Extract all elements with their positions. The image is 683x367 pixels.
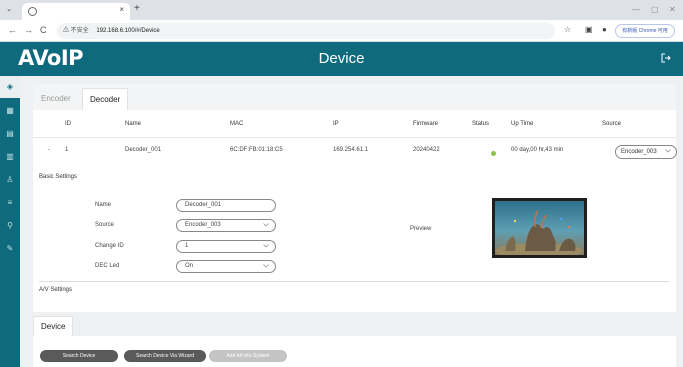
tab-close-icon[interactable]: × (119, 5, 124, 14)
layers-icon: ◈ (6, 82, 14, 91)
nav-network-icon[interactable]: ⚲ (4, 220, 16, 232)
table-row[interactable]: - 1 Decoder_001 6C:DF:FB:01:18:C5 169.25… (33, 138, 676, 162)
row-name: Decoder_001 (125, 147, 162, 153)
profile-icon[interactable]: ● (602, 25, 607, 34)
side-panel-icon[interactable]: ▣ (585, 25, 593, 34)
change-id-label: Change ID (95, 243, 124, 249)
add-all-into-system-button[interactable]: Add All into System (209, 350, 287, 362)
preview-image (492, 198, 587, 259)
main-content: Encoder Decoder ID Name MAC IP Firmware … (20, 76, 683, 367)
tab-decoder[interactable]: Decoder (82, 88, 129, 110)
name-field[interactable]: Decoder_001 (176, 199, 276, 212)
nav-video-wall-icon[interactable]: ▤ (4, 128, 16, 140)
row-firmware: 20240422 (413, 147, 440, 153)
page-title: Device (318, 50, 365, 67)
device-search-card: Device Search Device Search Device Via W… (33, 316, 676, 367)
url-input[interactable]: ⚠ 不安全 192.168.6.100/#/Device (57, 23, 555, 39)
bookmark-star-icon[interactable]: ☆ (564, 25, 571, 34)
nav-item-device[interactable]: ◈ (0, 76, 20, 98)
row-collapse-toggle[interactable]: - (48, 147, 50, 153)
col-firmware: Firmware (413, 121, 438, 127)
basic-settings-title: Basic Settings (39, 174, 78, 180)
table-header: ID Name MAC IP Firmware Status Up Time S… (33, 110, 676, 138)
reload-icon[interactable]: C (40, 25, 47, 35)
col-status: Status (472, 121, 490, 127)
change-id-field-value: 1 (185, 243, 189, 249)
source-field[interactable]: Encoder_003 (176, 219, 276, 232)
row-uptime: 00 day,00 hr,43 min (511, 147, 564, 153)
dec-led-field-value: On (185, 263, 194, 269)
chevron-down-icon (263, 243, 269, 247)
row-id: 1 (65, 147, 69, 153)
nav-layout-icon[interactable]: ▥ (4, 151, 16, 163)
chevron-down-icon (263, 222, 269, 226)
col-mac: MAC (230, 121, 244, 127)
dec-led-field[interactable]: On (176, 260, 276, 273)
minimize-icon[interactable]: — (632, 5, 640, 14)
tab-device[interactable]: Device (33, 316, 74, 336)
source-select[interactable]: Encoder_003 (615, 145, 677, 159)
col-id: ID (65, 121, 71, 127)
browser-tab-bar: ⌄ × + — ▢ ✕ (0, 0, 683, 20)
source-label: Source (95, 222, 115, 228)
app-header: AVoIP Device (0, 42, 683, 76)
browser-tab[interactable]: × (22, 3, 130, 20)
source-field-value: Encoder_003 (185, 222, 221, 228)
change-id-field[interactable]: 1 (176, 240, 276, 253)
name-field-value: Decoder_001 (185, 202, 222, 208)
search-device-wizard-button[interactable]: Search Device Via Wizard (124, 350, 206, 362)
tab-encoder[interactable]: Encoder (41, 94, 71, 103)
chevron-down-icon (263, 263, 269, 267)
dec-led-label: DEC Led (95, 263, 120, 269)
row-ip: 169.254.61.1 (333, 147, 369, 153)
back-icon[interactable]: ← (8, 25, 17, 35)
window-close-icon[interactable]: ✕ (669, 5, 676, 14)
row-mac: 6C:DF:FB:01:18:C5 (230, 147, 283, 153)
logout-icon[interactable] (661, 53, 671, 63)
maximize-icon[interactable]: ▢ (651, 5, 659, 14)
col-uptime: Up Time (511, 121, 534, 127)
col-name: Name (125, 121, 142, 127)
aquarium-scene (495, 210, 583, 259)
security-warning[interactable]: ⚠ 不安全 (63, 28, 89, 34)
col-source: Source (602, 121, 622, 127)
tab-favicon-icon (28, 7, 37, 16)
device-card: Encoder Decoder ID Name MAC IP Firmware … (33, 84, 677, 312)
section-divider (39, 281, 669, 282)
url-text: 192.168.6.100/#/Device (96, 28, 160, 34)
side-nav: ◈ ▦ ▤ ▥ ♙ ≡ ⚲ ✎ (0, 76, 20, 367)
nav-grid-icon[interactable]: ▦ (4, 105, 16, 117)
av-settings-title[interactable]: A/V Settings (39, 287, 72, 293)
preview-label: Preview (410, 226, 432, 232)
new-tab-icon[interactable]: + (134, 3, 140, 14)
chevron-down-icon (665, 149, 671, 153)
chrome-update-button[interactable]: 有新版 Chrome 可用 (615, 24, 675, 38)
nav-user-icon[interactable]: ♙ (4, 174, 16, 186)
source-select-value: Encoder_003 (621, 149, 657, 155)
nav-tools-icon[interactable]: ✎ (4, 243, 16, 255)
address-bar: ← → C ⚠ 不安全 192.168.6.100/#/Device ☆ ▣ ●… (0, 20, 683, 42)
search-device-button[interactable]: Search Device (40, 350, 118, 362)
col-ip: IP (333, 121, 339, 127)
tab-search-icon[interactable]: ⌄ (4, 5, 14, 15)
status-indicator (491, 151, 496, 156)
forward-icon[interactable]: → (24, 25, 33, 35)
name-label: Name (95, 202, 112, 208)
nav-list-icon[interactable]: ≡ (4, 197, 16, 209)
